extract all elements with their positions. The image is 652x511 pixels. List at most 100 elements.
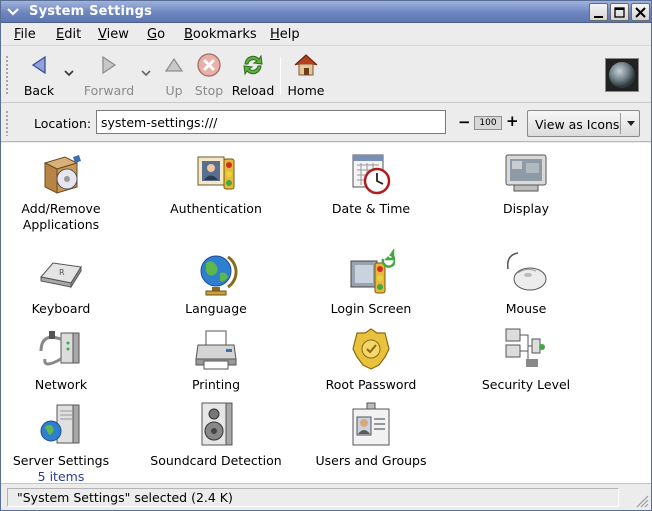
svg-text:R: R [59,268,65,277]
item-label: Display [502,201,550,216]
window-title: System Settings [29,4,153,19]
menu-help[interactable]: Help [270,27,300,42]
minimize-button[interactable] [589,3,608,21]
menu-go[interactable]: Go [147,27,165,42]
item-network[interactable]: Network [0,325,136,393]
package-icon [43,155,81,194]
back-history-dropdown-icon[interactable] [64,69,74,77]
zoom-in-button[interactable]: + [506,112,519,130]
toolbar-grip[interactable] [5,55,10,95]
speaker-icon [201,402,233,446]
item-label: Login Screen [330,301,412,316]
item-security-level[interactable]: Security Level [451,325,601,393]
item-printing[interactable]: Printing [141,325,291,393]
badge-icon [352,328,390,370]
up-label: Up [165,83,183,98]
icon-view: Add/Remove Applications Authentication D… [0,143,651,485]
item-soundcard-detection[interactable]: Soundcard Detection [141,401,291,469]
title-bar[interactable]: System Settings [1,1,651,23]
back-arrow-icon [31,55,46,75]
item-label: Security Level [481,377,571,392]
location-input[interactable] [96,110,446,134]
forward-label: Forward [83,83,135,98]
item-label: Users and Groups [315,453,427,468]
item-label: Network [34,377,88,392]
view-mode-divider [620,113,621,134]
location-bar: Location: − 100 + View as Icons [1,104,651,142]
server-globe-icon [40,404,80,444]
item-add-remove-applications[interactable]: Add/Remove Applications [0,149,136,233]
up-button[interactable]: Up [159,51,189,98]
item-label: Server Settings [12,453,110,468]
item-date-time[interactable]: Date & Time [296,149,446,217]
location-grip[interactable] [5,110,10,136]
toolbar-separator [280,57,281,95]
item-login-screen[interactable]: Login Screen [296,249,446,317]
throbber-orb-icon [609,62,635,88]
stop-label: Stop [194,83,224,98]
item-authentication[interactable]: Authentication [141,149,291,217]
reload-label: Reload [231,83,275,98]
activity-throbber [605,58,639,92]
stop-button[interactable]: Stop [193,51,225,98]
mouse-icon [506,252,547,291]
menu-view[interactable]: View [98,27,129,42]
toolbar: Back Forward Up Stop Reload Home [1,47,651,103]
home-label: Home [287,83,325,98]
back-button[interactable]: Back [19,51,59,98]
view-mode-label: View as Icons [535,117,620,132]
item-display[interactable]: Display [451,149,601,217]
authentication-icon [197,156,235,190]
item-label: Printing [191,377,241,392]
item-language[interactable]: Language [141,249,291,317]
reload-icon [243,54,263,76]
status-text: "System Settings" selected (2.4 K) [7,488,619,507]
forward-button[interactable]: Forward [83,51,135,98]
item-mouse[interactable]: Mouse [451,249,601,317]
item-label: Mouse [505,301,547,316]
item-label: Authentication [170,201,262,216]
stop-icon [197,53,221,77]
forward-arrow-icon [102,55,117,75]
home-icon [294,54,318,76]
menu-bookmarks[interactable]: Bookmarks [184,27,257,42]
item-label: Keyboard [31,301,91,316]
network-icon [39,331,80,366]
globe-icon [200,255,238,296]
window: System Settings File Edit View Go Bookma… [0,0,652,511]
close-button[interactable] [631,3,650,21]
user-card-icon [352,402,390,446]
location-label: Location: [34,116,92,131]
back-label: Back [23,83,55,98]
calendar-clock-icon [352,154,391,195]
window-menu-icon[interactable] [4,3,22,20]
item-label: Root Password [325,377,417,392]
menu-file[interactable]: File [14,27,36,42]
menu-edit[interactable]: Edit [56,27,81,42]
reload-button[interactable]: Reload [230,51,276,98]
forward-history-dropdown-icon[interactable] [141,69,151,77]
resize-grip-icon[interactable] [633,492,649,508]
up-arrow-icon [164,57,184,72]
item-keyboard[interactable]: R Keyboard [0,249,136,317]
chevron-down-icon [627,121,635,126]
item-label: Soundcard Detection [150,453,282,468]
item-label: Date & Time [331,201,411,216]
display-icon [505,154,547,192]
item-label: Language [185,301,247,316]
keyboard-icon: R [40,262,82,289]
login-screen-icon [350,249,395,294]
item-users-and-groups[interactable]: Users and Groups [296,401,446,469]
view-mode-select[interactable]: View as Icons [527,110,640,137]
security-level-icon [505,328,545,367]
zoom-level[interactable]: 100 [474,116,502,130]
zoom-out-button[interactable]: − [458,113,471,131]
item-label: Add/Remove Applications [21,201,101,232]
maximize-button[interactable] [610,3,629,21]
menu-bar: File Edit View Go Bookmarks Help [1,24,651,46]
item-root-password[interactable]: Root Password [296,325,446,393]
item-server-settings[interactable]: Server Settings 5 items [0,401,136,485]
home-button[interactable]: Home [286,51,326,98]
printer-icon [195,330,237,370]
status-bar: "System Settings" selected (2.4 K) [1,483,651,510]
